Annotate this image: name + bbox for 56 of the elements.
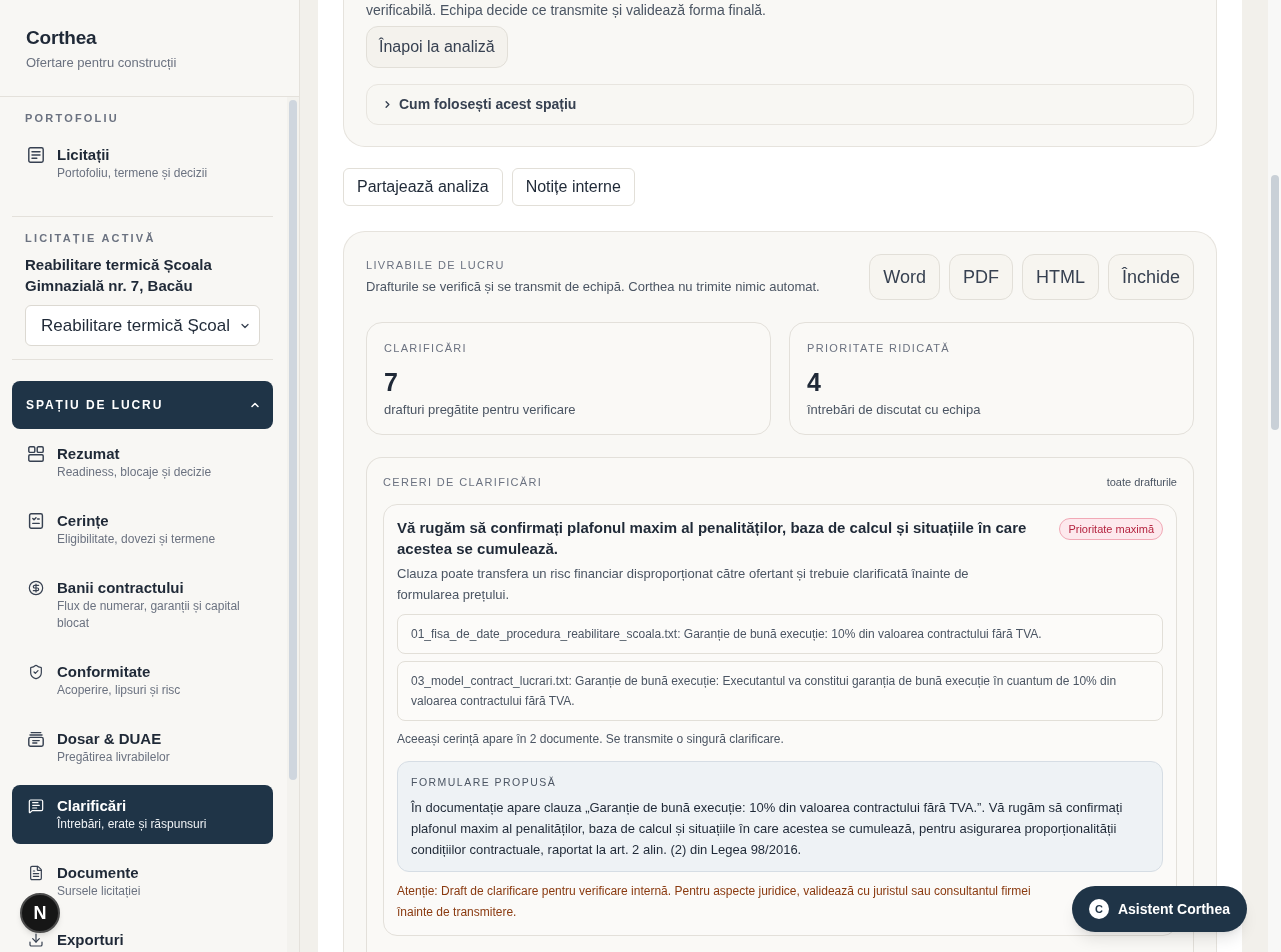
stat-caption: întrebări de discutat cu echipa [807, 401, 982, 419]
stat-label: PRIORITATE RIDICATĂ [807, 341, 952, 355]
section-heading: LIVRABILE DE LUCRU [366, 258, 506, 272]
nav-item[interactable]: Licitații Portofoliu, termene și decizii [12, 134, 273, 193]
section-description: Drafturile se verifică și se transmit de echipă. Corthea nu trimite nimic automat. [366, 278, 820, 296]
filter-link[interactable]: toate drafturile [1106, 475, 1177, 489]
tender-title: Reabilitare termică Școala Gimnazială nr. 7, Bacău [24, 255, 213, 296]
export-button[interactable]: Word [869, 254, 940, 300]
shield-check-icon [28, 664, 44, 680]
brand-tagline: Ofertare pentru construcții [26, 54, 178, 72]
nav-item[interactable]: Banii contractului Flux de numerar, garanții și capital blocat [12, 567, 273, 643]
export-button[interactable]: HTML [1021, 254, 1099, 300]
nav-item[interactable]: Cerințe Eligibilitate, dovezi și termene [12, 500, 273, 559]
stat-label: CLARIFICĂRI [384, 341, 468, 355]
export-button[interactable]: Închide [1107, 254, 1194, 300]
proposal-text: În documentație apare clauza „Garanție de bună execuție: 10% din valoarea contractului fără TVA.”. Vă rugăm să confirmați plafonul maxim al penalităților, baza de calcul și situațiile în care acestea se cumulează, pentru asigurarea proporționalității condițiilor contractuale, raportat la art. 2 alin. (2) din Legea 98/2016. [411, 799, 1124, 859]
stat-value: 7 [384, 367, 399, 397]
section-heading: CERERI DE CLARIFICĂRI [383, 475, 543, 489]
nav-item[interactable]: Conformitate Acoperire, lipsuri și risc [12, 651, 273, 710]
help-disclosure[interactable]: Cum folosești acest spațiu [366, 84, 1194, 125]
tender-select[interactable]: Reabilitare termică Școal [25, 305, 260, 346]
source-quote: 03_model_contract_lucrari.txt: Garanție de bună execuție: Executantul va constitui garanția de bună execuție în cuantum de 10% din valoarea contractului fără TVA. [397, 661, 1163, 721]
dollar-icon [28, 580, 44, 596]
section-heading: PORTOFOLIU [24, 111, 120, 125]
workspace-toggle[interactable]: SPAȚIU DE LUCRU [12, 381, 273, 429]
download-icon [28, 932, 44, 948]
tray-icon [28, 731, 44, 747]
dev-badge[interactable]: N [20, 893, 60, 933]
request-question: Vă rugăm să confirmați plafonul maxim al penalităților, baza de calcul și situațiile în care acestea se cumulează. [397, 518, 1028, 559]
source-quote: 01_fisa_de_date_procedura_reabilitare_scoala.txt: Garanție de bună execuție: 10% din valoarea contractului fără TVA. [397, 614, 1163, 654]
request-rationale: Clauza poate transfera un risc financiar disproporționat către ofertant și trebuie clarificată înainte de formularea prețului. [397, 565, 970, 604]
list-icon [28, 147, 44, 163]
nav-item[interactable]: Clarificări Întrebări, erate și răspunsuri [12, 785, 273, 844]
stat-value: 4 [807, 367, 822, 397]
intro-text: verificabilă. Echipa decide ce transmite și validează forma finală. [366, 1, 767, 20]
priority-badge: Prioritate maximă [1059, 518, 1163, 540]
action-button[interactable]: Notițe interne [511, 168, 635, 206]
checklist-icon [28, 513, 44, 529]
layout-icon [28, 446, 44, 462]
duplicate-note: Aceeași cerință apare în 2 documente. Se transmite o singură clarificare. [397, 731, 785, 748]
scrollbar-thumb[interactable] [1270, 175, 1279, 430]
section-heading: LICITAȚIE ACTIVĂ [24, 231, 157, 245]
warning-text: Atenție: Draft de clarificare pentru verificare internă. Pentru aspecte juridice, validează cu juristul sau consultantul firmei înainte de transmitere. [397, 883, 1032, 921]
proposal-heading: FORMULARE PROPUSĂ [411, 775, 558, 789]
back-button[interactable]: Înapoi la analiză [366, 26, 508, 68]
nav-item[interactable]: Dosar & DUAE Pregătirea livrabilelor [12, 718, 273, 777]
nav-item[interactable]: Rezumat Readiness, blocaje și decizie [12, 433, 273, 492]
assistant-button[interactable]: C Asistent Corthea [1071, 886, 1247, 932]
brand-name: Corthea [26, 26, 98, 50]
message-icon [28, 798, 44, 814]
export-button[interactable]: PDF [948, 254, 1013, 300]
document-icon [28, 865, 44, 881]
stat-caption: drafturi pregătite pentru verificare [384, 401, 577, 419]
action-button[interactable]: Partajează analiza [343, 168, 503, 206]
avatar-initial: C [1088, 899, 1109, 919]
scrollbar-thumb[interactable] [289, 100, 297, 780]
